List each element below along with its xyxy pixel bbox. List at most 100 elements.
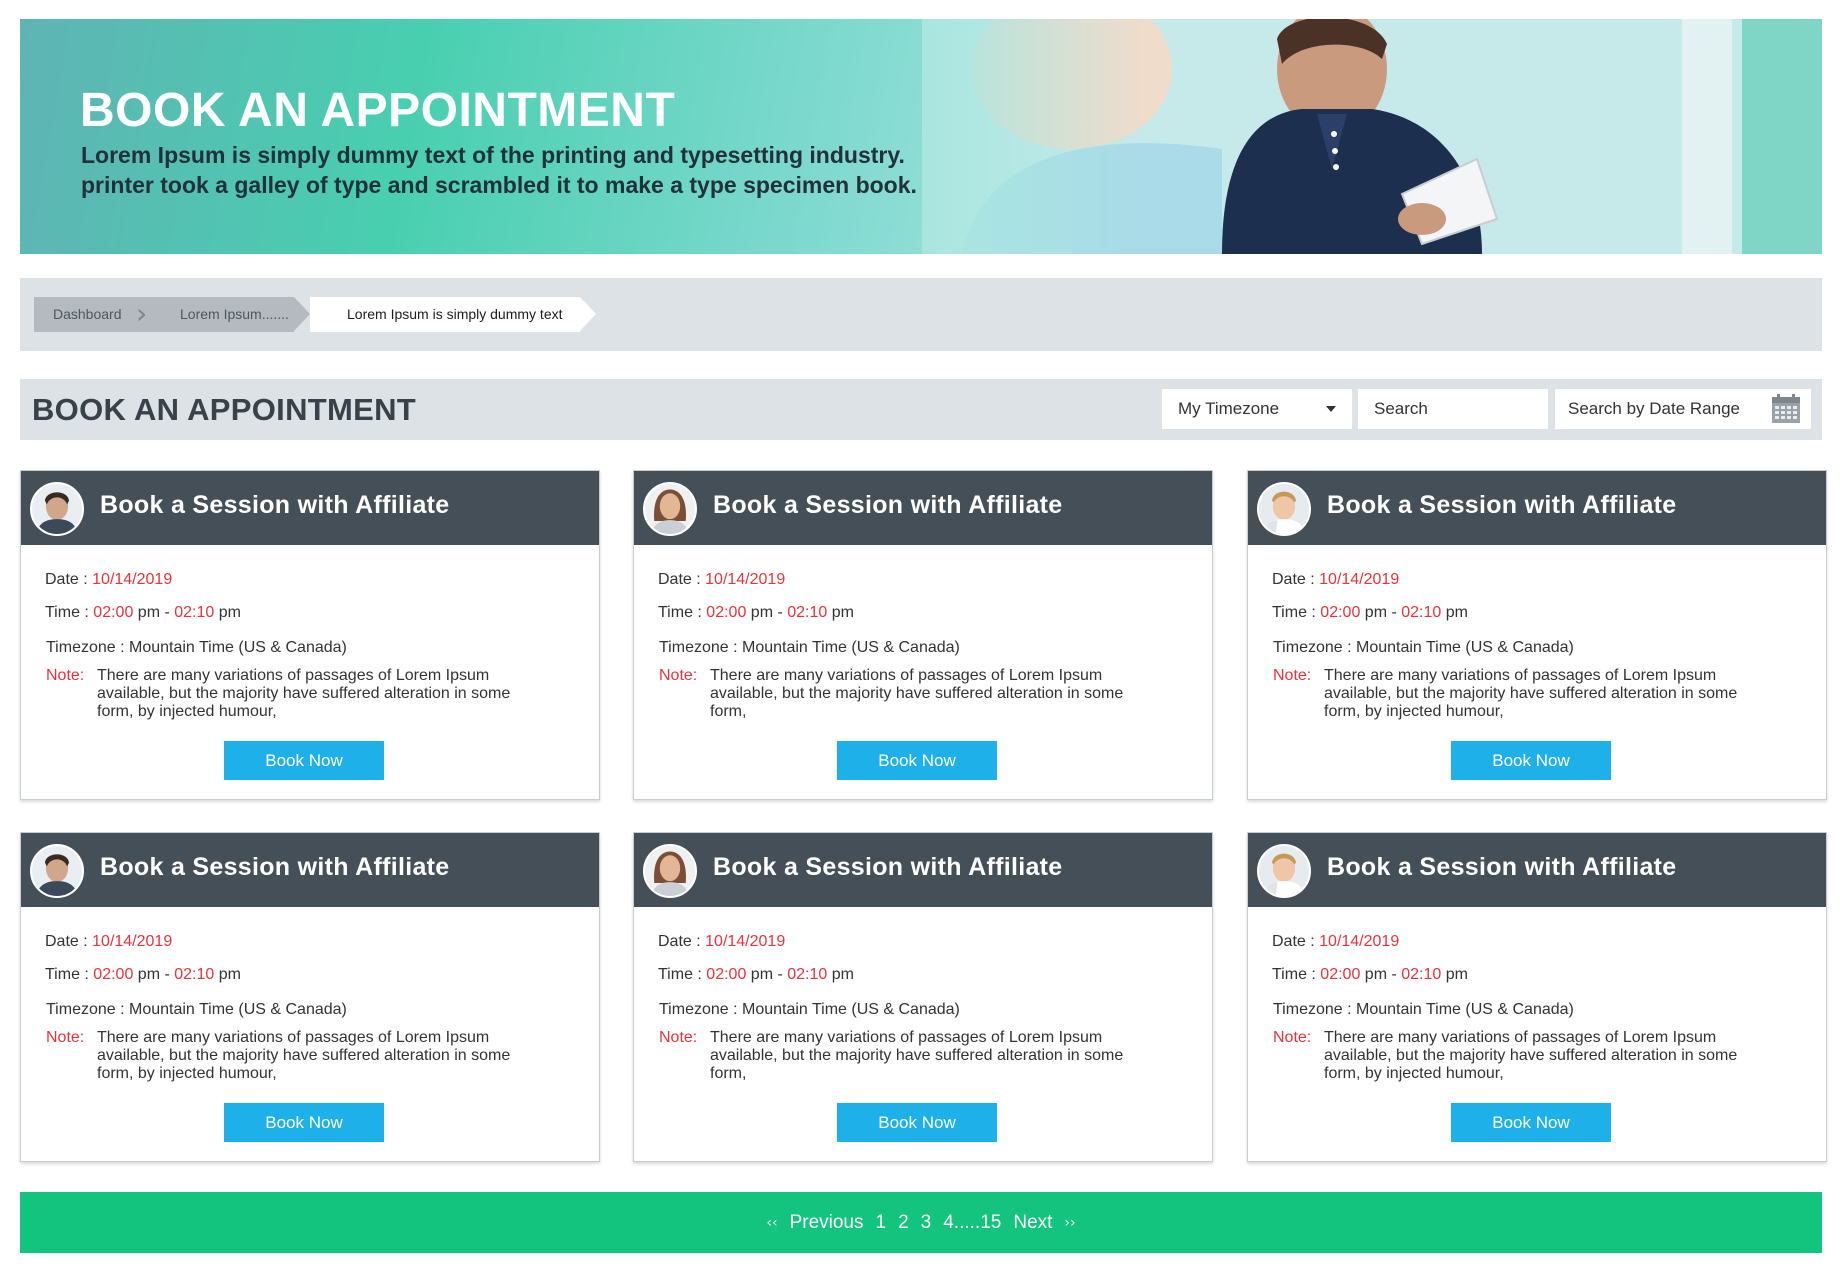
time-label: Time : [45,604,94,621]
card-date: Date : 10/14/2019 [658,933,785,951]
hero-title: BOOK AN APPOINTMENT [80,84,676,137]
note-text: There are many variations of passages of… [1324,667,1738,720]
appointment-card: Book a Session with Affiliate Date : 10/1… [1247,832,1827,1162]
card-title: Book a Session with Affiliate [100,853,450,881]
time-end: 02:10 [787,966,828,983]
time-end: 02:10 [1401,966,1442,983]
time-label: Time : [658,604,707,621]
time-separator: pm - [746,966,788,983]
book-now-button[interactable]: Book Now [224,741,384,780]
next-page-link[interactable]: Next [1013,1212,1052,1234]
card-time: Time : 02:00 pm - 02:10 pm [658,966,854,984]
timezone-select-value: My Timezone [1178,399,1280,418]
card-title: Book a Session with Affiliate [713,491,1063,519]
time-suffix: pm [214,966,241,983]
caret-down-icon [1326,406,1336,412]
time-separator: pm - [1360,966,1402,983]
next-arrow-icon[interactable]: ›› [1064,1215,1075,1231]
avatar [30,844,84,898]
card-time: Time : 02:00 pm - 02:10 pm [45,604,241,622]
note-text: There are many variations of passages of… [97,667,511,720]
appointment-toolbar: BOOK AN APPOINTMENT My Timezone [20,379,1822,440]
card-timezone: Timezone : Mountain Time (US & Canada) [1273,1001,1574,1018]
card-date: Date : 10/14/2019 [45,933,172,951]
time-suffix: pm [827,966,854,983]
date-label: Date : [658,571,706,588]
breadcrumb-item-label: Lorem Ipsum is simply dummy text [347,306,563,322]
book-now-button[interactable]: Book Now [837,741,997,780]
date-value: 10/14/2019 [705,571,786,588]
card-timezone: Timezone : Mountain Time (US & Canada) [46,1001,347,1018]
time-separator: pm - [1360,604,1402,621]
hero-subtitle-line: Lorem Ipsum is simply dummy text of the … [81,142,905,168]
breadcrumb-item-label: Lorem Ipsum....... [180,306,289,322]
book-now-button[interactable]: Book Now [1451,1103,1611,1142]
note-label: Note: [659,1029,698,1046]
time-start: 02:00 [706,604,747,621]
card-date: Date : 10/14/2019 [1272,933,1399,951]
time-suffix: pm [214,604,241,621]
breadcrumb-separator: › [136,297,172,332]
card-date: Date : 10/14/2019 [658,571,785,589]
time-suffix: pm [1441,604,1468,621]
card-time: Time : 02:00 pm - 02:10 pm [45,966,241,984]
avatar [643,844,697,898]
previous-arrow-icon[interactable]: ‹‹ [766,1215,777,1231]
page-link[interactable]: 4.....15 [943,1212,1001,1234]
date-label: Date : [658,933,706,950]
card-header: Book a Session with Affiliate [21,471,599,545]
appointment-card: Book a Session with Affiliate Date : 10/1… [20,832,600,1162]
page-link[interactable]: 3 [921,1212,932,1234]
date-label: Date : [45,571,93,588]
date-value: 10/14/2019 [92,571,173,588]
card-date: Date : 10/14/2019 [1272,571,1399,589]
time-label: Time : [1272,966,1321,983]
card-title: Book a Session with Affiliate [1327,853,1677,881]
page-link[interactable]: 2 [898,1212,909,1234]
card-title: Book a Session with Affiliate [1327,491,1677,519]
hero-subtitle-line: printer took a galley of type and scramb… [81,172,917,198]
time-end: 02:10 [787,604,828,621]
appointment-card: Book a Session with Affiliate Date : 10/1… [1247,470,1827,800]
page-title: BOOK AN APPOINTMENT [32,392,417,427]
note-label: Note: [1273,1029,1312,1046]
time-separator: pm - [133,966,175,983]
card-time: Time : 02:00 pm - 02:10 pm [658,604,854,622]
avatar [1257,482,1311,536]
book-now-button[interactable]: Book Now [224,1103,384,1142]
time-start: 02:00 [93,966,134,983]
breadcrumb: Dashboard Lorem Ipsum....... › Lorem Ips… [20,278,1822,351]
book-now-button[interactable]: Book Now [837,1103,997,1142]
note-label: Note: [46,1029,85,1046]
card-timezone: Timezone : Mountain Time (US & Canada) [659,1001,960,1018]
avatar [30,482,84,536]
time-suffix: pm [1441,966,1468,983]
timezone-select[interactable]: My Timezone [1162,389,1352,429]
card-date: Date : 10/14/2019 [45,571,172,589]
date-label: Date : [45,933,93,950]
note-text: There are many variations of passages of… [710,667,1124,720]
chevron-right-icon: › [136,297,148,330]
breadcrumb-item-lorem[interactable]: Lorem Ipsum....... [154,297,310,332]
date-value: 10/14/2019 [1319,933,1400,950]
appointment-card: Book a Session with Affiliate Date : 10/1… [20,470,600,800]
time-separator: pm - [746,604,788,621]
calendar-icon[interactable] [1771,394,1801,424]
page-link[interactable]: 1 [876,1212,887,1234]
appointment-card: Book a Session with Affiliate Date : 10/1… [633,832,1213,1162]
time-start: 02:00 [1320,966,1361,983]
hero-subtitle: Lorem Ipsum is simply dummy text of the … [81,140,981,200]
card-header: Book a Session with Affiliate [1248,471,1826,545]
book-now-button[interactable]: Book Now [1451,741,1611,780]
time-end: 02:10 [174,966,215,983]
note-text: There are many variations of passages of… [97,1029,511,1082]
card-header: Book a Session with Affiliate [21,833,599,907]
previous-page-link[interactable]: Previous [790,1212,864,1234]
date-value: 10/14/2019 [1319,571,1400,588]
time-start: 02:00 [706,966,747,983]
avatar [1257,844,1311,898]
card-time: Time : 02:00 pm - 02:10 pm [1272,966,1468,984]
note-text: There are many variations of passages of… [710,1029,1124,1082]
card-header: Book a Session with Affiliate [1248,833,1826,907]
search-input[interactable] [1358,389,1548,429]
